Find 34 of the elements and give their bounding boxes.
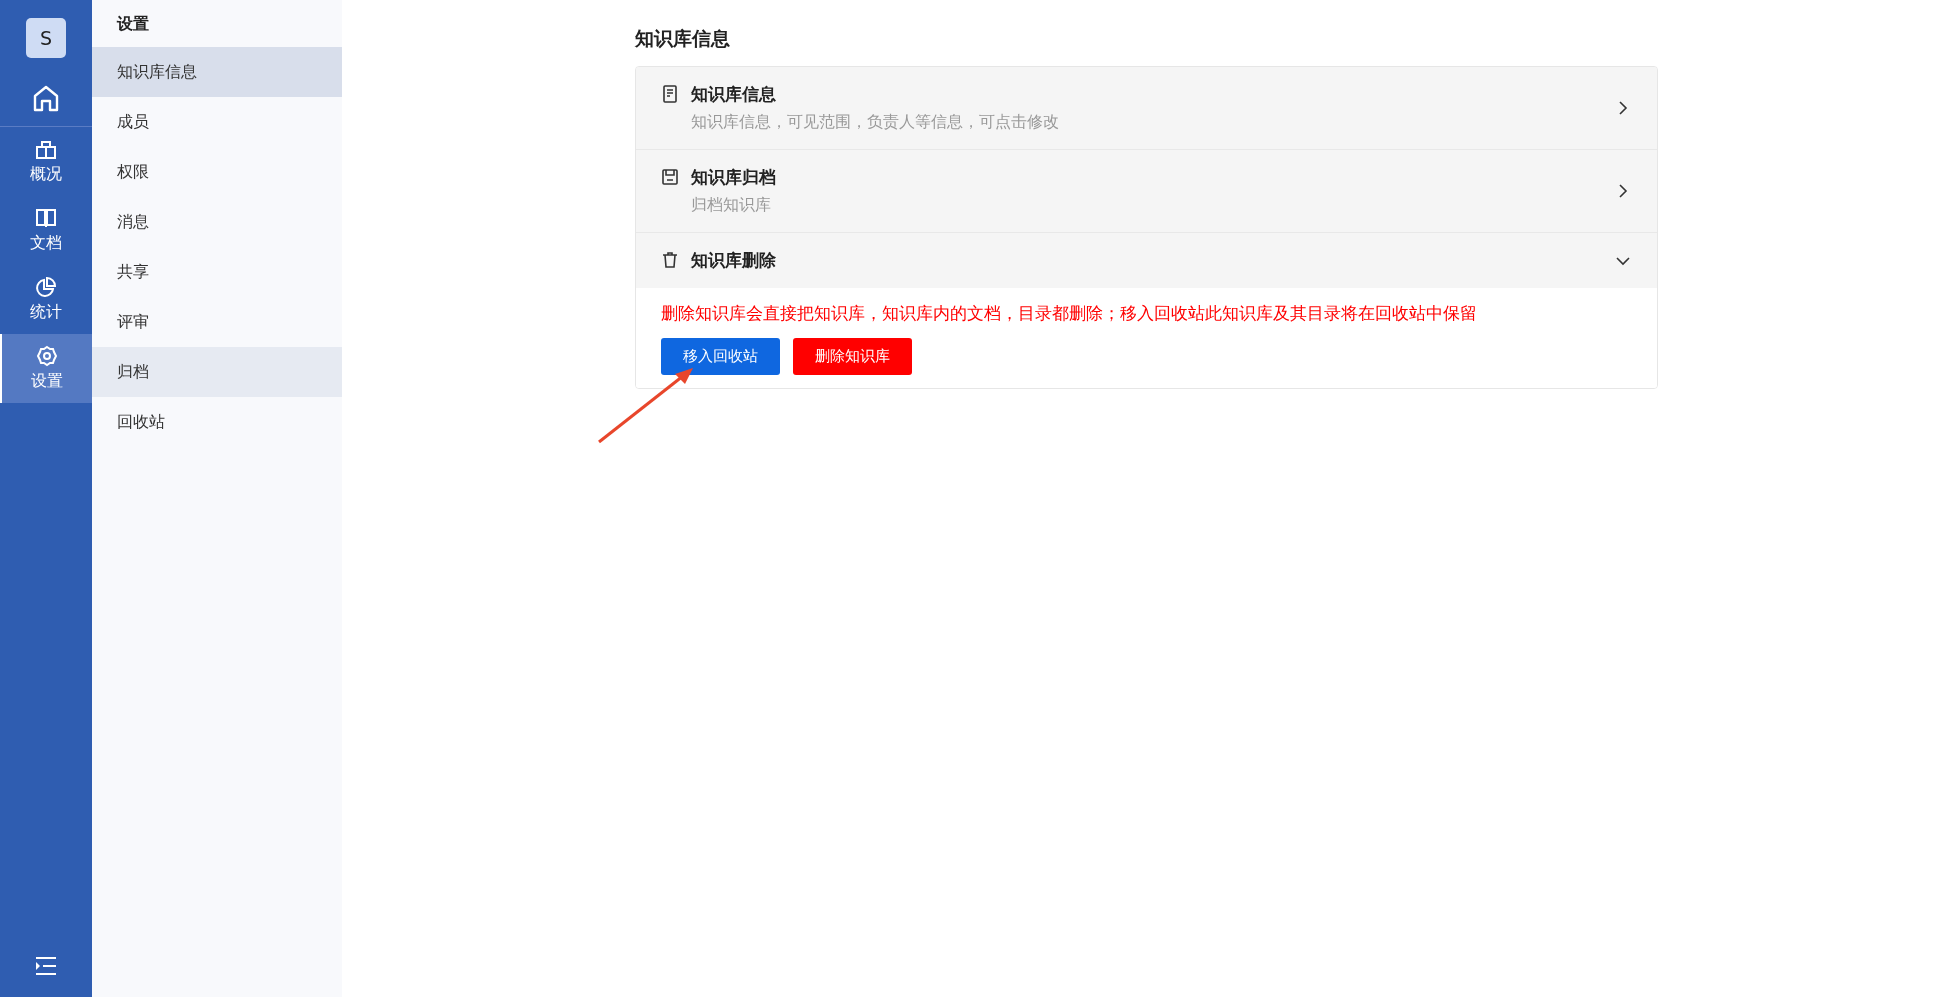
section-title: 知识库信息: [691, 83, 777, 106]
section-header[interactable]: 知识库删除: [636, 233, 1657, 288]
sidebar-item[interactable]: 知识库信息: [92, 47, 342, 97]
pie-chart-icon: [35, 276, 57, 298]
section-description: 知识库信息，可见范围，负责人等信息，可点击修改: [691, 112, 1060, 133]
settings-icon: [36, 345, 58, 367]
section-description: 归档知识库: [691, 195, 772, 216]
section-title: 知识库删除: [691, 249, 777, 272]
rail-nav-item[interactable]: 统计: [0, 265, 92, 334]
delete-button[interactable]: 删除知识库: [793, 338, 912, 375]
menu-toggle-icon[interactable]: [36, 957, 56, 975]
move-to-recycle-bin-button[interactable]: 移入回收站: [661, 338, 780, 375]
sidebar-item[interactable]: 共享: [92, 247, 342, 297]
section-header[interactable]: 知识库归档 归档知识库: [636, 150, 1657, 233]
sidebar-item[interactable]: 评审: [92, 297, 342, 347]
section-header[interactable]: 知识库信息 知识库信息，可见范围，负责人等信息，可点击修改: [636, 67, 1657, 150]
sidebar-item[interactable]: 归档: [92, 347, 342, 397]
page-title: 知识库信息: [635, 26, 731, 51]
package-icon: [35, 138, 57, 160]
sidebar-item[interactable]: 权限: [92, 147, 342, 197]
trash-icon: [661, 251, 679, 269]
sidebar-item[interactable]: 成员: [92, 97, 342, 147]
sidebar-title: 设置: [115, 13, 150, 35]
sidebar-item[interactable]: 消息: [92, 197, 342, 247]
book-icon: [35, 207, 57, 229]
home-icon[interactable]: [32, 84, 60, 112]
sidebar-item[interactable]: 回收站: [92, 397, 342, 447]
section-title: 知识库归档: [691, 166, 777, 189]
rail-nav-item[interactable]: 概况: [0, 127, 92, 196]
document-icon: [661, 85, 679, 103]
warning-text: 删除知识库会直接把知识库，知识库内的文档，目录都删除；移入回收站此知识库及其目录将在回收站中保留: [661, 302, 1478, 325]
avatar[interactable]: S: [26, 18, 66, 58]
rail-nav-item[interactable]: 文档: [0, 196, 92, 265]
rail-nav-item[interactable]: 设置: [0, 334, 92, 403]
